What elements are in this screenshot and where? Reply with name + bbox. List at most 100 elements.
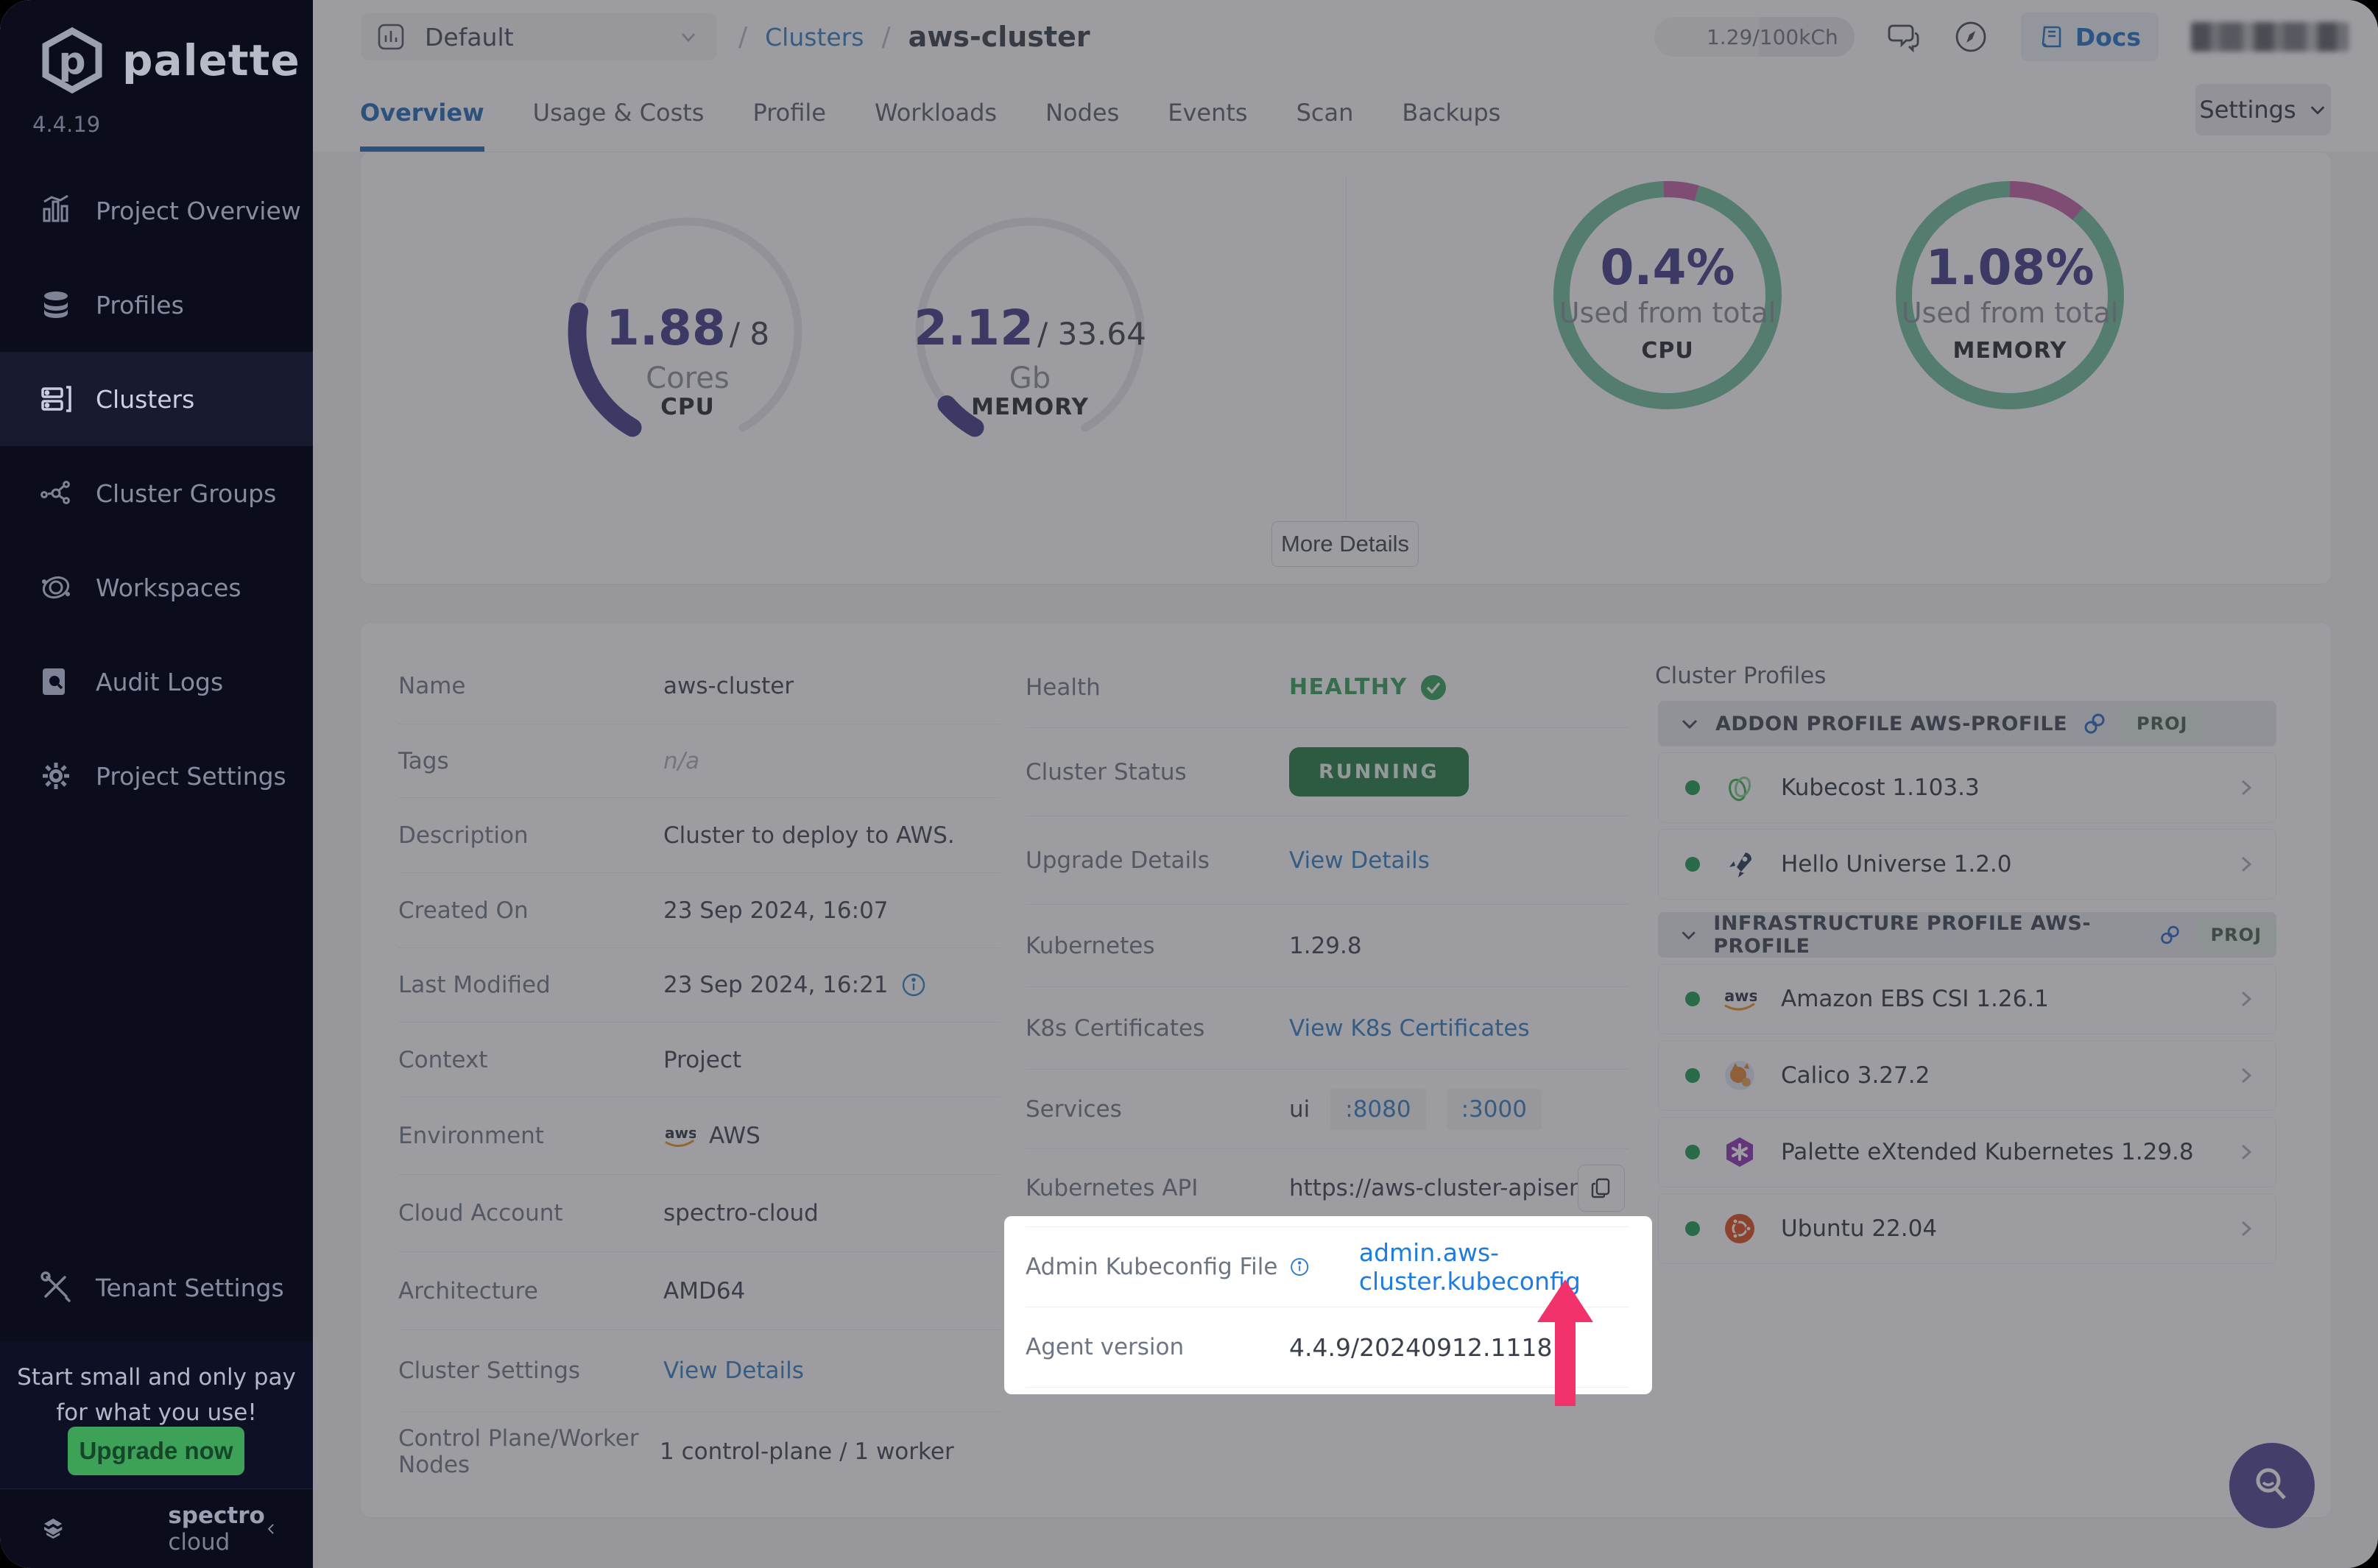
tab-backups[interactable]: Backups bbox=[1402, 74, 1500, 152]
infrastructure-profile-header[interactable]: INFRASTRUCTURE PROFILE AWS-PROFILE PROJ bbox=[1658, 912, 2276, 958]
app-version: 4.4.19 bbox=[32, 112, 101, 137]
project-icon bbox=[378, 24, 404, 50]
view-details-link[interactable]: View Details bbox=[663, 1357, 804, 1384]
tab-profile[interactable]: Profile bbox=[752, 74, 826, 152]
info-row-certs: K8s Certificates View K8s Certificates bbox=[1026, 987, 1629, 1070]
svg-text:aws: aws bbox=[665, 1124, 696, 1142]
brand-spectro: spectro bbox=[168, 1502, 265, 1529]
compass-icon[interactable] bbox=[1953, 19, 1989, 54]
chevron-right-icon bbox=[2241, 1144, 2252, 1160]
info-icon[interactable] bbox=[1289, 1253, 1310, 1281]
sidebar-item-label: Profiles bbox=[96, 290, 184, 319]
docs-button[interactable]: Docs bbox=[2020, 13, 2159, 61]
view-k8s-certificates-link[interactable]: View K8s Certificates bbox=[1289, 1015, 1530, 1042]
detail-label: Agent version bbox=[1026, 1334, 1185, 1360]
profile-item-pxk[interactable]: Palette eXtended Kubernetes 1.29.8 bbox=[1658, 1117, 2276, 1187]
topbar-actions: 1.29/100kCh Docs bbox=[1654, 0, 2349, 74]
sidebar-item-label: Project Settings bbox=[96, 761, 286, 791]
tab-events[interactable]: Events bbox=[1168, 74, 1247, 152]
detail-value: AMD64 bbox=[663, 1277, 746, 1304]
copy-api-url-button[interactable] bbox=[1578, 1164, 1625, 1212]
tab-usage-costs[interactable]: Usage & Costs bbox=[533, 74, 705, 152]
chevron-right-icon bbox=[2241, 1067, 2252, 1084]
service-port-link[interactable]: :8080 bbox=[1330, 1088, 1426, 1130]
info-row-services: Services ui :8080 :3000 bbox=[1026, 1070, 1629, 1149]
profile-item-name: Ubuntu 22.04 bbox=[1781, 1215, 1938, 1242]
detail-label: Control Plane/Worker Nodes bbox=[398, 1425, 639, 1478]
kubernetes-version: 1.29.8 bbox=[1289, 932, 1362, 959]
chevron-right-icon bbox=[2241, 1221, 2252, 1237]
cpu-total: / 8 bbox=[729, 316, 770, 352]
aws-logo-icon: aws bbox=[1722, 981, 1757, 1017]
info-icon[interactable] bbox=[900, 972, 927, 998]
docs-label: Docs bbox=[2075, 22, 2141, 52]
profile-item-kubecost[interactable]: Kubecost 1.103.3 bbox=[1658, 752, 2276, 823]
ubuntu-icon bbox=[1722, 1211, 1757, 1246]
detail-label: Environment bbox=[398, 1123, 544, 1149]
detail-row-description: Description Cluster to deploy to AWS. bbox=[398, 798, 1000, 873]
detail-value: n/a bbox=[663, 747, 700, 774]
detail-row-last-modified: Last Modified 23 Sep 2024, 16:21 bbox=[398, 948, 1000, 1023]
detail-label: Description bbox=[398, 822, 529, 849]
chevron-right-icon bbox=[2241, 991, 2252, 1007]
sidebar-item-workspaces[interactable]: Workspaces bbox=[0, 540, 313, 635]
status-dot bbox=[1685, 1068, 1700, 1083]
tab-overview[interactable]: Overview bbox=[360, 74, 484, 152]
sidebar-item-cluster-groups[interactable]: Cluster Groups bbox=[0, 446, 313, 540]
annotation-arrow-icon bbox=[1537, 1279, 1593, 1406]
profile-item-ebs-csi[interactable]: aws Amazon EBS CSI 1.26.1 bbox=[1658, 964, 2276, 1034]
settings-label: Settings bbox=[2199, 96, 2296, 124]
chevron-down-icon bbox=[1682, 931, 1696, 940]
tab-workloads[interactable]: Workloads bbox=[875, 74, 997, 152]
status-dot bbox=[1685, 857, 1700, 872]
sidebar-item-clusters[interactable]: Clusters bbox=[0, 352, 313, 446]
addon-profile-header[interactable]: ADDON PROFILE AWS-PROFILE PROJ bbox=[1658, 701, 2276, 746]
logo-text: palette bbox=[122, 35, 300, 85]
profile-item-hello-universe[interactable]: Hello Universe 1.2.0 bbox=[1658, 829, 2276, 900]
more-details-button[interactable]: More Details bbox=[1271, 521, 1419, 567]
search-fab-button[interactable] bbox=[2229, 1443, 2315, 1528]
kubernetes-api-url: https://aws-cluster-apiserve... bbox=[1289, 1174, 1598, 1201]
info-row-status: Cluster Status RUNNING bbox=[1026, 728, 1629, 816]
tab-scan[interactable]: Scan bbox=[1296, 74, 1354, 152]
chat-icon[interactable] bbox=[1887, 20, 1921, 54]
detail-value: Project bbox=[663, 1046, 742, 1073]
breadcrumb-clusters-link[interactable]: Clusters bbox=[765, 23, 864, 52]
sidebar-item-tenant-settings[interactable]: Tenant Settings bbox=[0, 1240, 351, 1335]
status-dot bbox=[1685, 992, 1700, 1006]
detail-label: Cluster Settings bbox=[398, 1357, 581, 1384]
collapse-sidebar-icon[interactable] bbox=[265, 1516, 278, 1541]
detail-label: K8s Certificates bbox=[1026, 1014, 1205, 1042]
service-port-link[interactable]: :3000 bbox=[1446, 1088, 1542, 1130]
detail-value: 1 control-plane / 1 worker bbox=[660, 1438, 954, 1465]
tab-nodes[interactable]: Nodes bbox=[1045, 74, 1119, 152]
calico-icon bbox=[1722, 1058, 1757, 1093]
detail-value: Cluster to deploy to AWS. bbox=[663, 822, 955, 849]
palette-logo: p palette bbox=[38, 27, 300, 94]
network-icon bbox=[40, 481, 70, 504]
profile-item-calico[interactable]: Calico 3.27.2 bbox=[1658, 1040, 2276, 1111]
cpu-donut-caption: Used from total bbox=[1559, 297, 1777, 329]
settings-button[interactable]: Settings bbox=[2195, 84, 2331, 135]
sidebar-item-project-settings[interactable]: Project Settings bbox=[0, 729, 313, 823]
breadcrumb: / Clusters / aws-cluster bbox=[738, 0, 1090, 74]
profile-item-name: Calico 3.27.2 bbox=[1781, 1062, 1930, 1089]
sidebar-nav: Project Overview Profiles Clusters Clust… bbox=[0, 163, 313, 823]
chevron-right-icon bbox=[2241, 856, 2252, 872]
project-selector[interactable]: Default bbox=[361, 13, 716, 60]
breadcrumb-separator: / bbox=[738, 21, 748, 52]
memory-donut-label: MEMORY bbox=[1952, 338, 2067, 364]
cluster-status-badge: RUNNING bbox=[1289, 747, 1469, 797]
sidebar-item-profiles[interactable]: Profiles bbox=[0, 258, 313, 352]
user-name-redacted[interactable] bbox=[2191, 22, 2349, 52]
upgrade-now-button[interactable]: Upgrade now bbox=[68, 1427, 244, 1475]
credits-pill: 1.29/100kCh bbox=[1654, 17, 1855, 57]
profile-section-title: ADDON PROFILE AWS-PROFILE bbox=[1715, 712, 2068, 735]
profile-item-ubuntu[interactable]: Ubuntu 22.04 bbox=[1658, 1193, 2276, 1264]
upgrade-details-link[interactable]: View Details bbox=[1289, 847, 1430, 874]
cpu-unit: Cores bbox=[646, 361, 730, 395]
sidebar-item-project-overview[interactable]: Project Overview bbox=[0, 163, 313, 258]
kubecost-icon bbox=[1722, 770, 1757, 805]
profile-item-name: Kubecost 1.103.3 bbox=[1781, 774, 1980, 801]
sidebar-item-audit-logs[interactable]: Audit Logs bbox=[0, 635, 313, 729]
